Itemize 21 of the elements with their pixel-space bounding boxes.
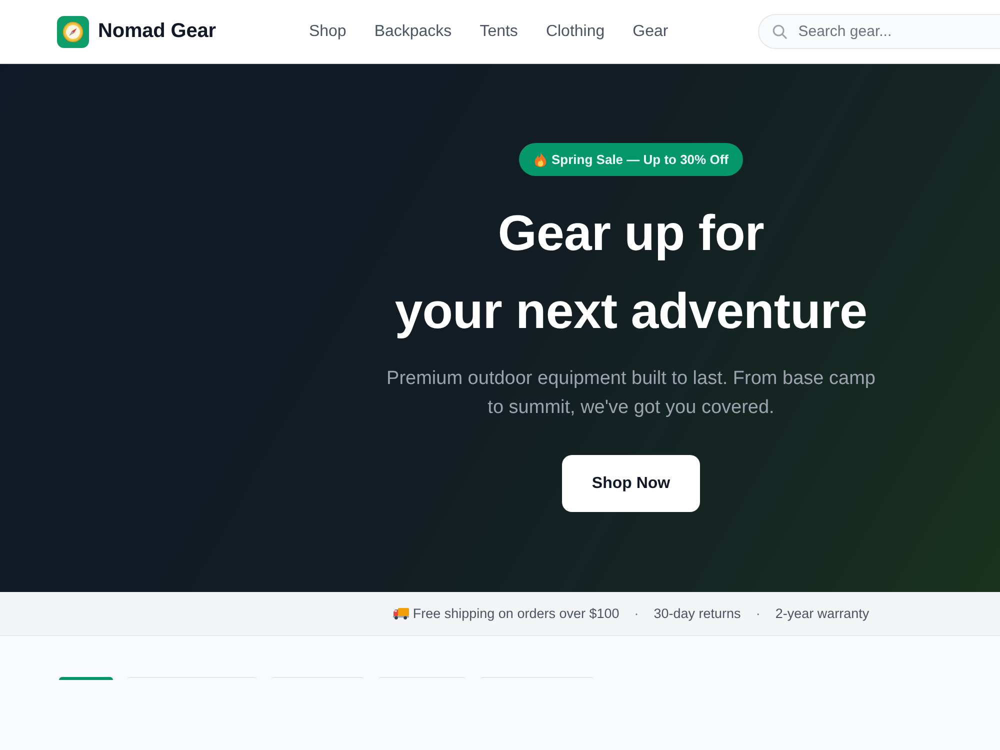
separator-dot: · xyxy=(634,606,639,621)
compass-icon xyxy=(57,16,89,48)
perk-text: 2-year warranty xyxy=(775,606,870,621)
shop-now-button[interactable]: Shop Now xyxy=(562,455,700,512)
nav-link[interactable]: Tents xyxy=(480,22,518,40)
separator-dot: · xyxy=(756,606,760,621)
sale-badge: Spring Sale — Up to 30% Off xyxy=(518,143,744,176)
nav-link[interactable]: Clothing xyxy=(546,22,605,40)
hero-subtitle: Premium outdoor equipment built to last. From base camp to summit, we've got you covered. xyxy=(386,367,876,420)
truck-icon xyxy=(392,607,409,620)
nav-link[interactable]: Gear xyxy=(632,22,668,40)
nav-link[interactable]: Backpacks xyxy=(374,22,452,40)
search-icon xyxy=(772,24,788,39)
flame-icon xyxy=(534,152,547,167)
brand-name[interactable]: Nomad Gear xyxy=(98,20,216,43)
search-field[interactable]: Search gear... xyxy=(758,14,1000,49)
perk-text: 30-day returns xyxy=(654,606,741,621)
nav-link[interactable]: Shop xyxy=(308,22,346,40)
category-pill[interactable] xyxy=(59,677,113,680)
hero-title: Gear up for your next adventure xyxy=(394,204,868,341)
perk-text: Free shipping on orders over $100 xyxy=(412,606,620,621)
